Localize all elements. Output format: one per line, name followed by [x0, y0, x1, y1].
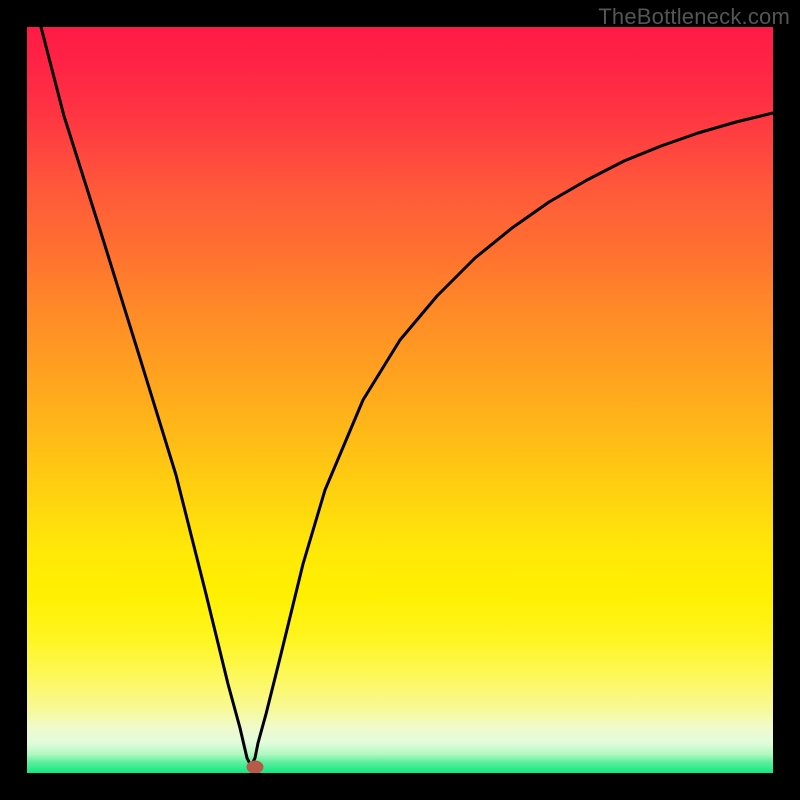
optimal-point-marker [247, 761, 264, 774]
chart-curve-svg [27, 27, 773, 773]
bottleneck-curve-path [41, 27, 773, 766]
chart-plot-area [27, 27, 773, 773]
watermark-text: TheBottleneck.com [598, 4, 790, 30]
